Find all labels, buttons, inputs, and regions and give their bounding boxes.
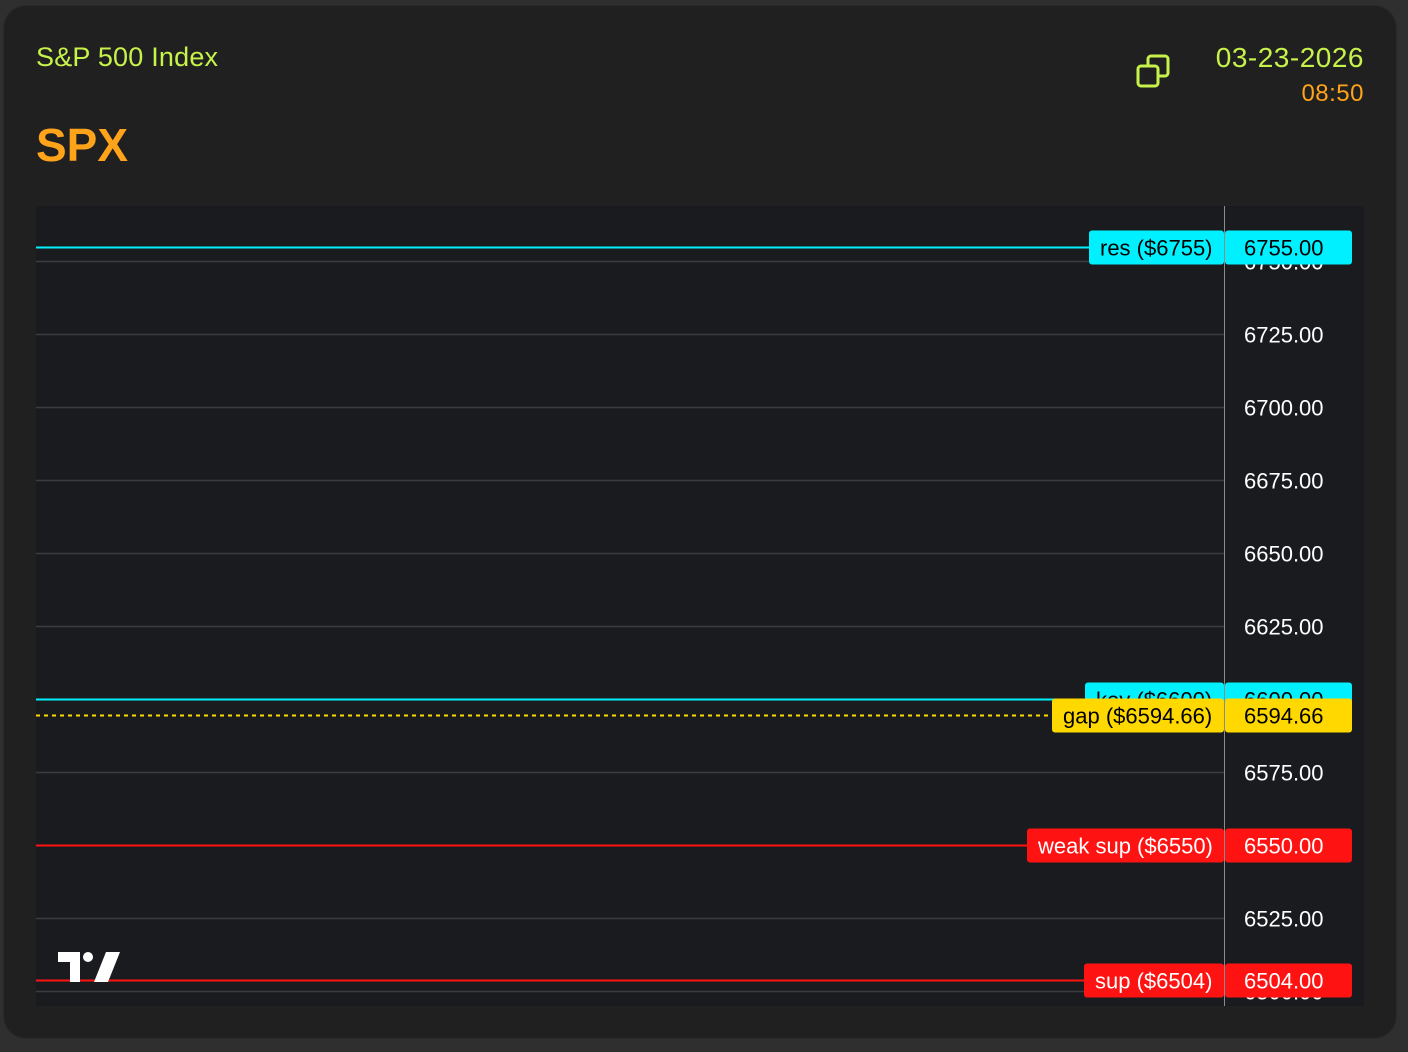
y-tick-label: 6525.00	[1244, 907, 1324, 932]
index-name: S&P 500 Index	[36, 42, 219, 72]
price-tag-sup: 6504.00	[1244, 969, 1324, 994]
y-tick-label: 6675.00	[1244, 469, 1324, 494]
ticker-symbol: SPX	[36, 119, 129, 171]
level-label-sup: sup ($6504)	[1095, 969, 1212, 994]
price-tag-res: 6755.00	[1244, 236, 1324, 261]
price-tag-gap: 6594.66	[1244, 704, 1324, 729]
y-tick-label: 6575.00	[1244, 761, 1324, 786]
chart-svg[interactable]: 6500.006525.006550.006575.006600.006625.…	[36, 206, 1364, 1006]
date-label: 03-23-2026	[1215, 42, 1364, 73]
chart-card: S&P 500 Index SPX 03-23-2026 08:50 6500.…	[4, 6, 1396, 1038]
y-tick-label: 6650.00	[1244, 542, 1324, 567]
copy-icon[interactable]	[1134, 52, 1172, 90]
y-tick-label: 6700.00	[1244, 396, 1324, 421]
price-chart[interactable]: 6500.006525.006550.006575.006600.006625.…	[36, 206, 1364, 1006]
level-label-res: res ($6755)	[1100, 236, 1213, 261]
level-label-weak-sup: weak sup ($6550)	[1037, 834, 1213, 859]
chart-background	[36, 206, 1364, 1006]
y-tick-label: 6725.00	[1244, 323, 1324, 348]
y-tick-label: 6625.00	[1244, 615, 1324, 640]
price-tag-weak-sup: 6550.00	[1244, 834, 1324, 859]
level-label-gap: gap ($6594.66)	[1063, 704, 1212, 729]
time-label: 08:50	[1301, 80, 1364, 107]
